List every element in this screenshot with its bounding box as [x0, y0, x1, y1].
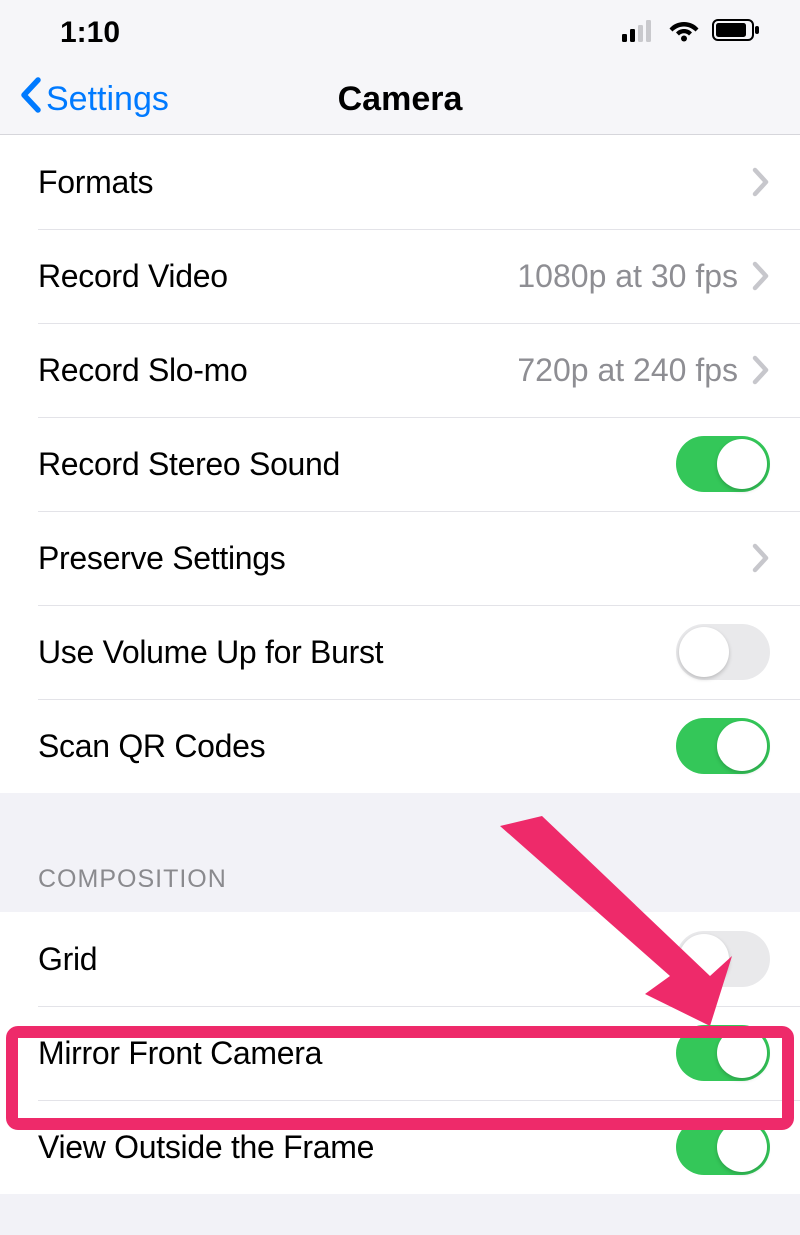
- status-time: 1:10: [60, 16, 120, 50]
- settings-section-composition: Grid Mirror Front Camera View Outside th…: [0, 912, 800, 1194]
- row-mirror-front-camera: Mirror Front Camera: [0, 1006, 800, 1100]
- wifi-icon: [668, 16, 700, 50]
- section-header-composition: COMPOSITION: [0, 793, 800, 912]
- row-grid: Grid: [0, 912, 800, 1006]
- back-label: Settings: [46, 80, 169, 119]
- status-icons: [622, 16, 760, 50]
- toggle-volume-up-burst[interactable]: [676, 624, 770, 680]
- settings-section-main: Formats Record Video 1080p at 30 fps Rec…: [0, 135, 800, 793]
- row-label: Preserve Settings: [38, 540, 752, 577]
- row-label: Use Volume Up for Burst: [38, 634, 676, 671]
- back-button[interactable]: Settings: [18, 76, 169, 123]
- toggle-view-outside-frame[interactable]: [676, 1119, 770, 1175]
- row-volume-up-burst: Use Volume Up for Burst: [0, 605, 800, 699]
- row-label: Scan QR Codes: [38, 728, 676, 765]
- row-view-outside-frame: View Outside the Frame: [0, 1100, 800, 1194]
- row-label: Mirror Front Camera: [38, 1035, 676, 1072]
- row-preserve-settings[interactable]: Preserve Settings: [0, 511, 800, 605]
- row-label: View Outside the Frame: [38, 1129, 676, 1166]
- chevron-right-icon: [752, 543, 770, 573]
- row-label: Record Stereo Sound: [38, 446, 676, 483]
- chevron-right-icon: [752, 355, 770, 385]
- row-value: 1080p at 30 fps: [517, 258, 738, 295]
- battery-icon: [712, 16, 760, 50]
- row-record-slomo[interactable]: Record Slo-mo 720p at 240 fps: [0, 323, 800, 417]
- row-record-stereo-sound: Record Stereo Sound: [0, 417, 800, 511]
- page-title: Camera: [338, 80, 463, 119]
- cellular-icon: [622, 16, 656, 50]
- chevron-left-icon: [18, 76, 42, 123]
- toggle-stereo-sound[interactable]: [676, 436, 770, 492]
- status-bar: 1:10: [0, 0, 800, 65]
- row-formats[interactable]: Formats: [0, 135, 800, 229]
- chevron-right-icon: [752, 167, 770, 197]
- row-label: Record Slo-mo: [38, 352, 517, 389]
- toggle-grid[interactable]: [676, 931, 770, 987]
- chevron-right-icon: [752, 261, 770, 291]
- toggle-scan-qr-codes[interactable]: [676, 718, 770, 774]
- row-label: Record Video: [38, 258, 517, 295]
- row-scan-qr-codes: Scan QR Codes: [0, 699, 800, 793]
- row-label: Grid: [38, 941, 676, 978]
- row-record-video[interactable]: Record Video 1080p at 30 fps: [0, 229, 800, 323]
- row-value: 720p at 240 fps: [517, 352, 738, 389]
- toggle-mirror-front-camera[interactable]: [676, 1025, 770, 1081]
- row-label: Formats: [38, 164, 752, 201]
- nav-bar: Settings Camera: [0, 65, 800, 135]
